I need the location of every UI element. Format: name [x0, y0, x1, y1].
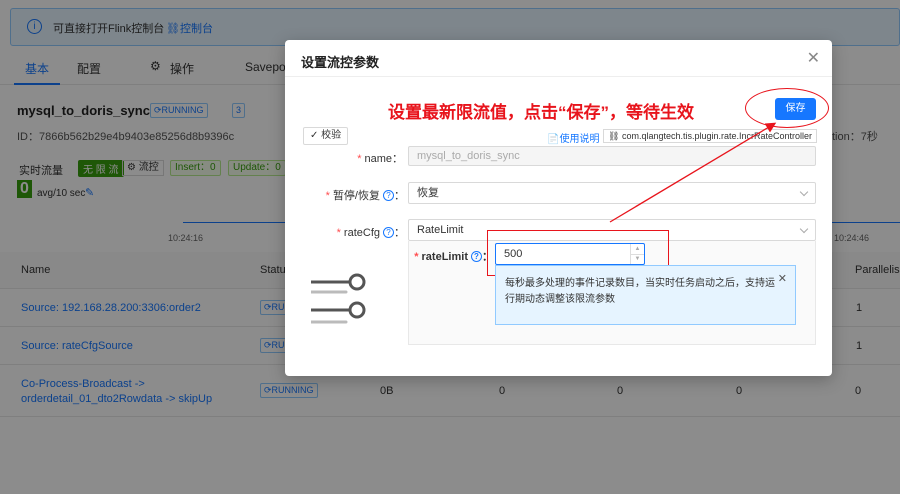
annotation-arrow: [609, 122, 777, 223]
